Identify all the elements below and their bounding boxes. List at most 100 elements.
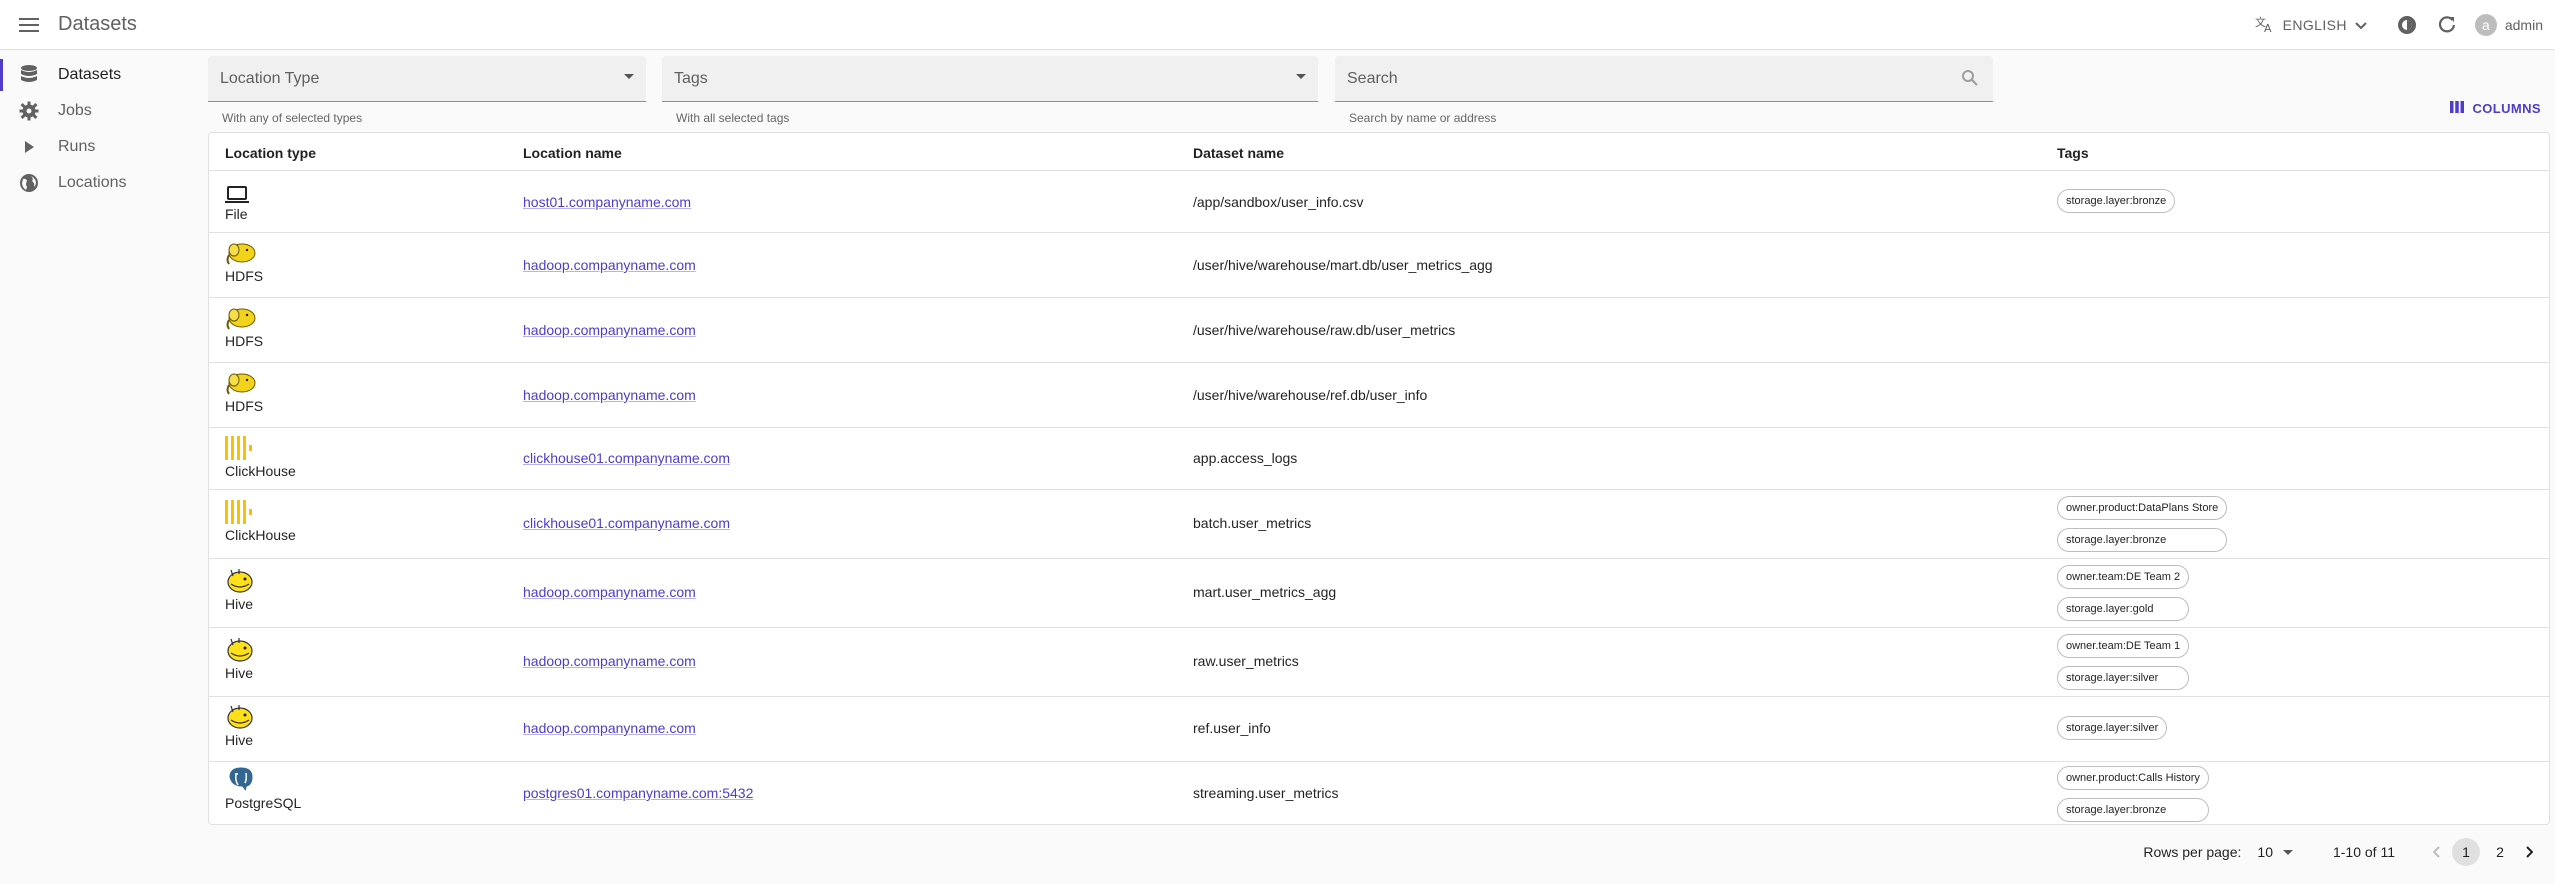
hadoop-elephant-icon — [225, 240, 257, 266]
columns-label: COLUMNS — [2472, 101, 2541, 116]
location-link[interactable]: clickhouse01.companyname.com — [523, 515, 730, 531]
location-type-label: Hive — [225, 665, 254, 681]
dataset-name: /user/hive/warehouse/raw.db/user_metrics — [1193, 322, 1456, 338]
user-name: admin — [2504, 17, 2543, 33]
location-link[interactable]: host01.companyname.com — [523, 194, 691, 210]
location-link[interactable]: hadoop.companyname.com — [523, 387, 696, 403]
dataset-name: batch.user_metrics — [1193, 515, 1312, 531]
dropdown-arrow-icon — [624, 74, 634, 79]
hive-bee-icon — [225, 637, 257, 663]
table-row[interactable]: HDFS hadoop.companyname.com /user/hive/w… — [209, 299, 2549, 363]
app-bar: Datasets 文A ENGLISH a admin — [0, 0, 2555, 50]
header-location-name[interactable]: Location name — [523, 145, 622, 161]
location-type-label: HDFS — [225, 333, 264, 349]
tag-chip[interactable]: storage.layer:gold — [2057, 597, 2190, 621]
tag-chip[interactable]: owner.team:DE Team 1 — [2057, 634, 2190, 658]
menu-icon[interactable] — [16, 12, 42, 38]
location-link[interactable]: hadoop.companyname.com — [523, 584, 696, 600]
refresh-icon[interactable] — [2435, 13, 2459, 37]
location-link[interactable]: hadoop.companyname.com — [523, 653, 696, 669]
tag-chip[interactable]: storage.layer:silver — [2057, 716, 2168, 740]
sidebar-item-locations[interactable]: Locations — [0, 165, 200, 201]
dropdown-arrow-icon — [2282, 849, 2293, 855]
rows-per-page-label: Rows per page: — [2143, 844, 2242, 860]
location-type-filter[interactable]: Location Type — [208, 56, 646, 102]
sidebar: Datasets Jobs Runs Locations — [0, 51, 200, 884]
tags-cell: owner.team:DE Team 1 storage.layer:silve… — [2057, 634, 2190, 690]
tag-chip[interactable]: storage.layer:bronze — [2057, 528, 2228, 552]
next-page-icon[interactable] — [2517, 840, 2541, 864]
location-type-label: ClickHouse — [225, 463, 296, 479]
language-selector[interactable]: 文A ENGLISH — [2255, 15, 2367, 36]
tags-cell: storage.layer:silver — [2057, 716, 2168, 740]
dataset-name: mart.user_metrics_agg — [1193, 584, 1337, 600]
location-type-label: HDFS — [225, 398, 264, 414]
tag-chip[interactable]: owner.team:DE Team 2 — [2057, 565, 2190, 589]
user-menu[interactable]: a admin — [2474, 14, 2543, 36]
theme-toggle-icon[interactable] — [2395, 13, 2419, 37]
sidebar-item-label: Datasets — [58, 66, 122, 83]
tag-chip[interactable]: storage.layer:bronze — [2057, 798, 2209, 822]
table-row[interactable]: Hive hadoop.companyname.com raw.user_met… — [209, 629, 2549, 697]
database-icon — [18, 64, 40, 86]
dataset-name: /app/sandbox/user_info.csv — [1193, 194, 1364, 210]
table-row[interactable]: ClickHouse clickhouse01.companyname.com … — [209, 491, 2549, 559]
chevron-down-icon — [2355, 17, 2367, 33]
table-row[interactable]: ClickHouse clickhouse01.companyname.com … — [209, 429, 2549, 490]
location-link[interactable]: hadoop.companyname.com — [523, 322, 696, 338]
hive-bee-icon — [225, 568, 257, 594]
page-button-1[interactable]: 1 — [2452, 838, 2480, 866]
tags-cell: storage.layer:bronze — [2057, 189, 2176, 213]
tags-placeholder: Tags — [674, 69, 708, 87]
clickhouse-icon — [225, 499, 257, 525]
page-button-2[interactable]: 2 — [2486, 838, 2514, 866]
rows-per-page-value: 10 — [2257, 844, 2273, 860]
header-dataset-name[interactable]: Dataset name — [1193, 145, 1284, 161]
dataset-name: streaming.user_metrics — [1193, 785, 1339, 801]
header-tags[interactable]: Tags — [2057, 145, 2089, 161]
sidebar-item-label: Runs — [58, 138, 96, 155]
sidebar-item-label: Jobs — [58, 102, 92, 119]
location-type-label: File — [225, 206, 248, 222]
sidebar-item-jobs[interactable]: Jobs — [0, 93, 200, 129]
tags-filter[interactable]: Tags — [662, 56, 1318, 102]
location-link[interactable]: postgres01.companyname.com:5432 — [523, 785, 753, 801]
sidebar-item-label: Locations — [58, 174, 127, 191]
table-row[interactable]: HDFS hadoop.companyname.com /user/hive/w… — [209, 234, 2549, 298]
table-header: Location type Location name Dataset name… — [209, 133, 2549, 171]
tag-chip[interactable]: owner.product:Calls History — [2057, 766, 2209, 790]
tags-cell: owner.product:DataPlans Store storage.la… — [2057, 496, 2228, 552]
table-row[interactable]: File host01.companyname.com /app/sandbox… — [209, 172, 2549, 233]
view-column-icon — [2450, 101, 2465, 116]
header-location-type[interactable]: Location type — [225, 145, 316, 161]
tags-cell: owner.team:DE Team 2 storage.layer:gold — [2057, 565, 2190, 621]
tag-chip[interactable]: owner.product:DataPlans Store — [2057, 496, 2228, 520]
dataset-name: app.access_logs — [1193, 450, 1298, 466]
tag-chip[interactable]: storage.layer:silver — [2057, 666, 2190, 690]
avatar: a — [2474, 14, 2497, 36]
page-title: Datasets — [58, 13, 137, 35]
table-row[interactable]: Hive hadoop.companyname.com mart.user_me… — [209, 560, 2549, 628]
table-row[interactable]: PostgreSQL postgres01.companyname.com:54… — [209, 763, 2549, 824]
columns-button[interactable]: COLUMNS — [2450, 101, 2541, 116]
sidebar-item-datasets[interactable]: Datasets — [0, 57, 200, 93]
location-link[interactable]: hadoop.companyname.com — [523, 257, 696, 273]
page-range: 1-10 of 11 — [2332, 844, 2395, 860]
table-row[interactable]: Hive hadoop.companyname.com ref.user_inf… — [209, 698, 2549, 762]
search-input[interactable]: Search — [1335, 56, 1993, 102]
location-link[interactable]: clickhouse01.companyname.com — [523, 450, 730, 466]
tag-chip[interactable]: storage.layer:bronze — [2057, 189, 2176, 213]
hadoop-elephant-icon — [225, 370, 257, 396]
tags-cell: owner.product:Calls History storage.laye… — [2057, 766, 2209, 822]
prev-page-icon[interactable] — [2425, 840, 2449, 864]
laptop-icon — [225, 178, 257, 204]
table-row[interactable]: HDFS hadoop.companyname.com /user/hive/w… — [209, 364, 2549, 428]
sidebar-item-runs[interactable]: Runs — [0, 129, 200, 165]
rows-per-page-select[interactable]: 10 — [2257, 844, 2293, 860]
search-placeholder: Search — [1347, 69, 1398, 87]
clickhouse-icon — [225, 435, 257, 461]
search-icon — [1961, 69, 1979, 92]
pagination: Rows per page: 10 1-10 of 11 1 2 — [2143, 838, 2541, 866]
dropdown-arrow-icon — [1296, 74, 1306, 79]
location-link[interactable]: hadoop.companyname.com — [523, 720, 696, 736]
